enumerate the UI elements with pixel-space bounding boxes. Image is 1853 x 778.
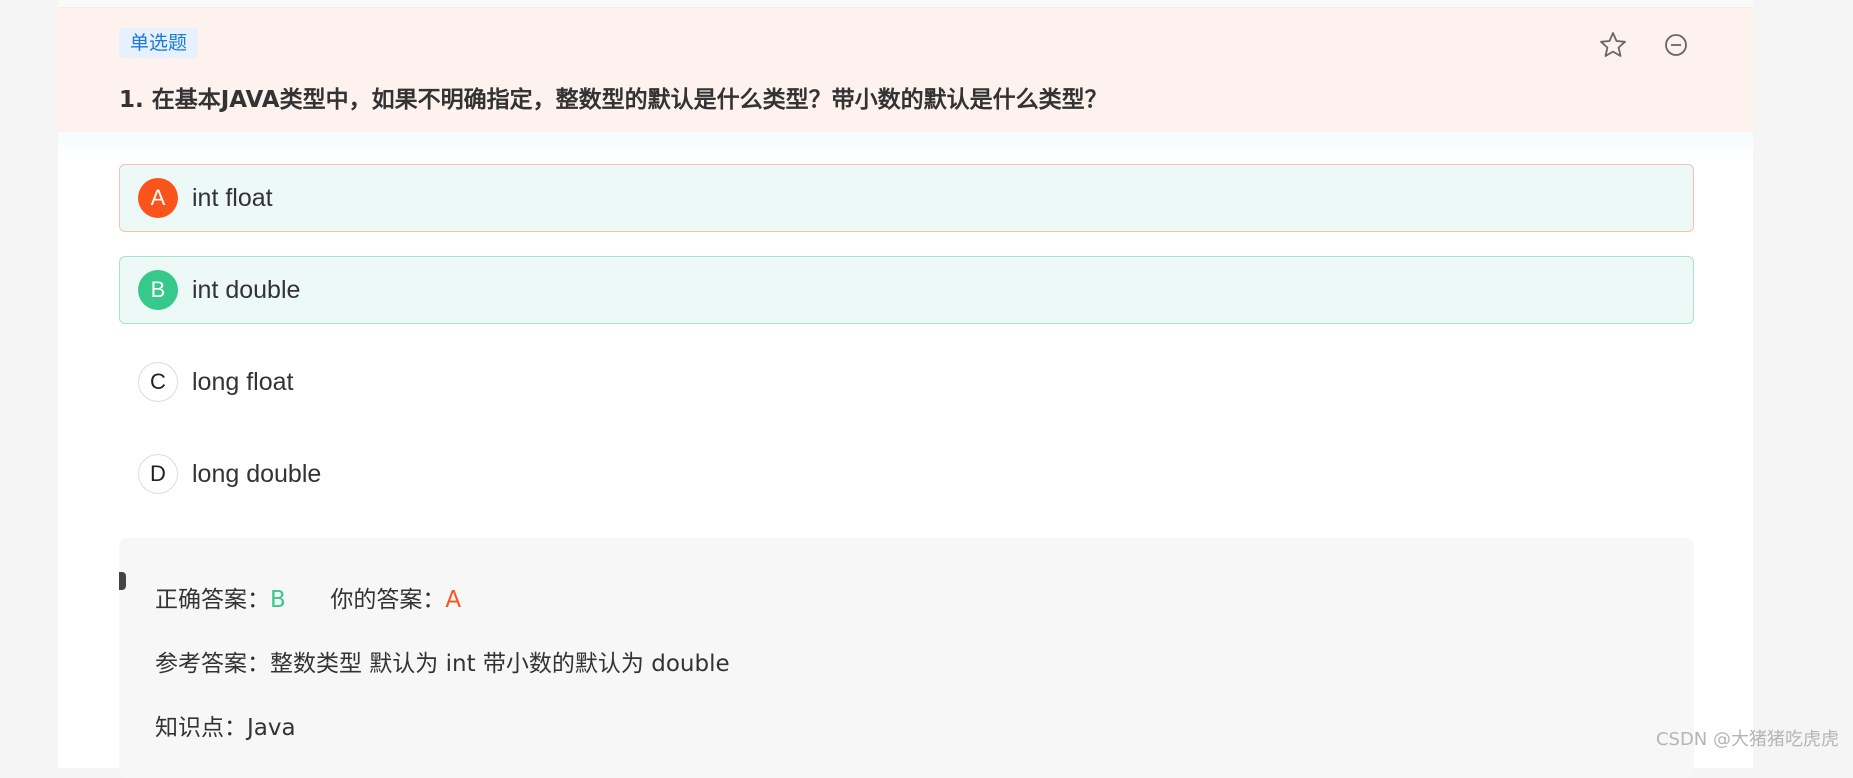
correct-answer-label: 正确答案： xyxy=(155,587,270,613)
knowledge-point-line: 知识点：Java xyxy=(155,708,296,742)
correct-answer-value: B xyxy=(270,587,286,613)
section-marker xyxy=(119,572,126,590)
knowledge-point-label: 知识点： xyxy=(155,715,247,741)
option-letter-badge: C xyxy=(138,362,178,402)
option-letter-badge: B xyxy=(138,270,178,310)
reference-answer-line: 参考答案：整数类型 默认为 int 带小数的默认为 double xyxy=(155,644,730,678)
star-icon[interactable] xyxy=(1598,30,1628,60)
knowledge-point-value: Java xyxy=(247,715,296,741)
option-d[interactable]: D long double xyxy=(119,440,1694,508)
your-answer-label: 你的答案： xyxy=(330,587,446,613)
reference-answer-label: 参考答案： xyxy=(155,651,270,677)
option-text: int float xyxy=(192,184,273,212)
option-c[interactable]: C long float xyxy=(119,348,1694,416)
option-letter-badge: D xyxy=(138,454,178,494)
answer-result-line: 正确答案：B 你的答案：A xyxy=(155,580,461,614)
question-header: 单选题 1. 在基本JAVA类型中，如果不明确指定，整数型的默认是什么类型？带小… xyxy=(58,8,1753,132)
option-a[interactable]: A int float xyxy=(119,164,1694,232)
question-text: 1. 在基本JAVA类型中，如果不明确指定，整数型的默认是什么类型？带小数的默认… xyxy=(119,87,1108,113)
question-type-tag: 单选题 xyxy=(119,28,199,58)
watermark: CSDN @大猪猪吃虎虎 xyxy=(1655,729,1839,750)
your-answer-value: A xyxy=(445,587,462,613)
minus-circle-icon[interactable] xyxy=(1661,30,1691,60)
header-fade xyxy=(58,132,1753,162)
option-letter-badge: A xyxy=(138,178,178,218)
previous-card-edge xyxy=(58,0,1753,8)
option-text: long float xyxy=(192,368,294,396)
question-card: 单选题 1. 在基本JAVA类型中，如果不明确指定，整数型的默认是什么类型？带小… xyxy=(58,8,1753,778)
option-text: int double xyxy=(192,276,301,304)
reference-answer-text: 整数类型 默认为 int 带小数的默认为 double xyxy=(270,651,730,677)
option-text: long double xyxy=(192,460,322,488)
answer-analysis-panel: 正确答案：B 你的答案：A 参考答案：整数类型 默认为 int 带小数的默认为 … xyxy=(119,538,1694,778)
option-b[interactable]: B int double xyxy=(119,256,1694,324)
